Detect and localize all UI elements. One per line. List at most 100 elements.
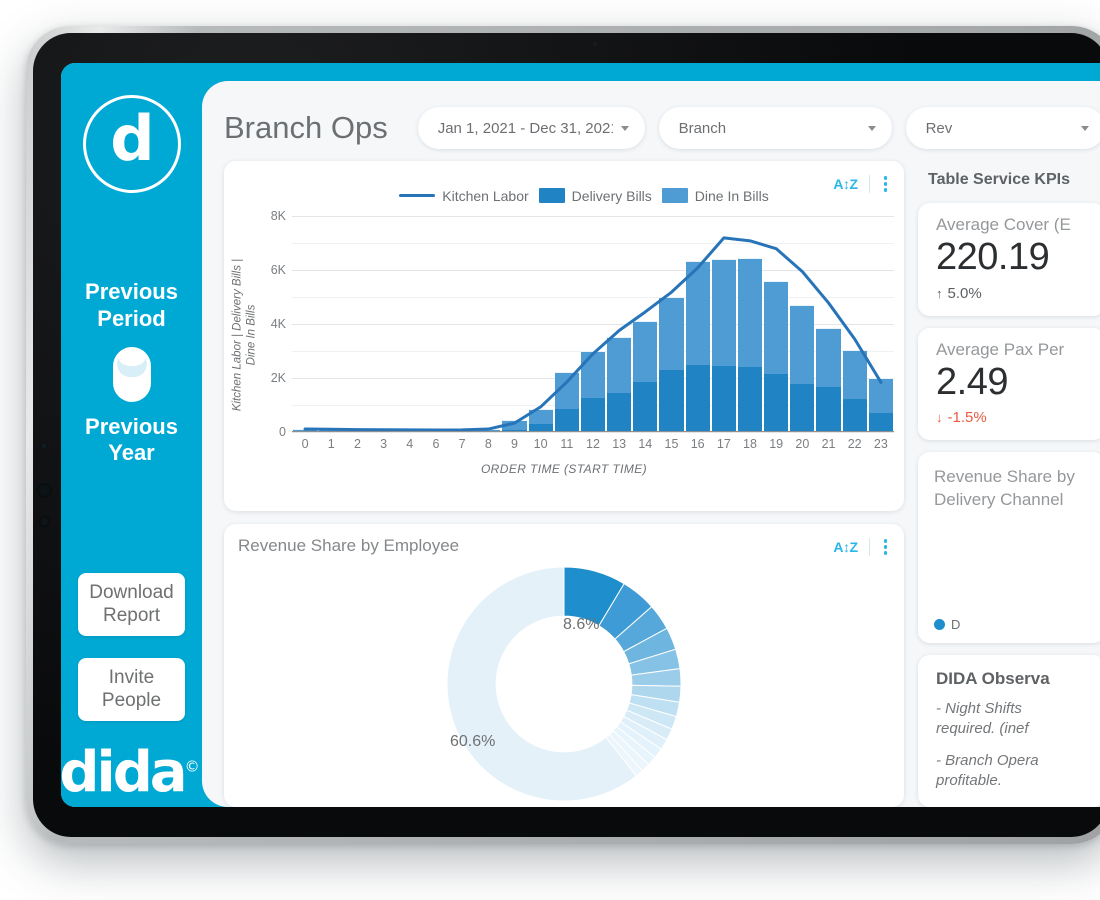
x-axis-tick-label: 14: [638, 436, 653, 451]
x-axis-tick-label: 9: [510, 436, 518, 451]
sort-az-icon[interactable]: A↕Z: [833, 177, 858, 191]
kebab-menu-icon[interactable]: [881, 174, 891, 194]
x-axis-labels: 0 1 2 3 4 6 7 8 9 10 11 12 13 14 15 16 17 18 19 20 21 22 23: [292, 437, 894, 451]
camera-secondary-icon: [39, 516, 50, 527]
observation-item: - Branch Opera profitable.: [936, 751, 1089, 791]
revenue-share-employee-card: Revenue Share by Employee A↕Z 8.6% 60.6%: [224, 524, 904, 807]
dida-logo-icon: d: [82, 95, 181, 193]
copyright-mark: ©: [184, 757, 200, 776]
top-sensor-secondary-icon: [593, 42, 597, 46]
y-axis-tick-label: 6K: [270, 262, 286, 277]
kpi-value-average-pax: 2.49: [936, 360, 1008, 403]
rs-title-line2: Delivery Channel: [934, 490, 1064, 510]
observation-2-line2: profitable.: [936, 772, 1002, 790]
dida-wordmark: dida©: [61, 745, 200, 801]
download-report-line1: Download: [89, 582, 174, 604]
dida-wordmark-text: dida: [61, 740, 188, 805]
x-axis-tick-label: 23: [873, 436, 888, 451]
x-axis-tick-label: 16: [690, 436, 705, 451]
x-axis-tick-label: 10: [533, 436, 548, 451]
dida-observations-card: DIDA Observa - Night Shifts required. (i…: [918, 654, 1100, 807]
x-axis-tick-label: 21: [821, 436, 836, 451]
kpi-label-average-pax: Average Pax Per: [936, 339, 1065, 359]
invite-people-line2: People: [101, 689, 162, 711]
arrow-down-icon: ↓: [936, 410, 943, 426]
previous-period-line1: Previous: [85, 279, 178, 304]
kpi-section-title: Table Service KPIs: [928, 171, 1070, 188]
toggle-knob: [116, 350, 147, 377]
revenue-share-delivery-title: Revenue Share by Delivery Channel: [934, 466, 1089, 512]
observation-item: - Night Shifts required. (inef: [936, 699, 1089, 739]
tablet-bezel: d Previous Period Previous Year Download…: [33, 33, 1100, 837]
revenue-value: Rev: [925, 119, 953, 137]
kitchen-labor-line-path: [305, 237, 881, 429]
page-title: Branch Ops: [224, 110, 388, 145]
top-sensor-icon: [273, 42, 278, 47]
revenue-share-delivery-legend: D: [934, 617, 960, 632]
kpi-delta-average-pax: ↓ -1.5%: [936, 409, 1091, 426]
donut-svg: [446, 565, 682, 801]
legend-item-delivery-bills: Delivery Bills: [538, 188, 652, 204]
kpi-value-average-cover: 220.19: [936, 236, 1050, 278]
x-axis-tick-label: 0: [301, 436, 309, 451]
kpi-delta-value-average-cover: 5.0%: [947, 284, 982, 302]
y-axis-tick-label: 4K: [270, 316, 286, 331]
left-sidebar: d Previous Period Previous Year Download…: [61, 63, 202, 807]
invite-people-button[interactable]: Invite People: [78, 658, 185, 721]
logo-letter: d: [110, 102, 154, 175]
x-axis-tick-label: 1: [327, 436, 335, 451]
legend-label-kitchen-labor: Kitchen Labor: [442, 187, 529, 204]
dashboard-app: d Previous Period Previous Year Download…: [61, 63, 1100, 807]
previous-year-line1: Previous: [85, 413, 178, 439]
bar-chart-plot-area: Kitchen Labor | Delivery Bills | Dine In…: [231, 209, 898, 460]
legend-item-dine-in-bills: Dine In Bills: [661, 188, 769, 204]
revenue-share-delivery-card: Revenue Share by Delivery Channel D: [918, 452, 1100, 643]
y-axis-title: Kitchen Labor | Delivery Bills | Dine In…: [231, 235, 260, 435]
tablet-screen: d Previous Period Previous Year Download…: [61, 63, 1100, 807]
kpi-delta-average-cover: ↑ 5.0%: [936, 285, 1091, 302]
x-axis-tick-label: 17: [716, 436, 731, 451]
x-axis-baseline: [292, 430, 894, 432]
x-axis-tick-label: 6: [432, 436, 440, 451]
legend-label-delivery: D: [951, 616, 961, 632]
legend-item-kitchen-labor: Kitchen Labor: [399, 187, 529, 204]
tablet-device-frame: d Previous Period Previous Year Download…: [26, 26, 1100, 844]
observation-2-line1: - Branch Opera: [936, 752, 1039, 770]
donut-label-major-slice: 60.6%: [450, 732, 496, 750]
y-axis-tick-label: 2K: [270, 370, 286, 385]
invite-people-line1: Invite: [108, 667, 155, 689]
charts-column: A↕Z Kitchen Labor Delivery Bills Dine In…: [224, 161, 904, 807]
period-comparison-toggle[interactable]: [112, 346, 151, 402]
date-range-value: Jan 1, 2021 - Dec 31, 2021: [437, 119, 613, 137]
x-axis-tick-label: 19: [769, 436, 784, 451]
x-axis-title: ORDER TIME (START TIME): [480, 461, 648, 476]
legend-color-swatch-delivery: [538, 188, 565, 203]
download-report-button[interactable]: Download Report: [78, 573, 185, 637]
kpi-card-average-cover[interactable]: Average Cover (E 220.19 ↑ 5.0%: [918, 203, 1100, 316]
branch-value: Branch: [678, 119, 727, 137]
y-axis-tick-label: 0: [279, 424, 286, 439]
kpi-label-average-cover: Average Cover (E: [936, 215, 1071, 234]
x-axis-tick-label: 20: [795, 436, 810, 451]
x-axis-tick-label: 3: [380, 436, 388, 451]
camera-lens-icon: [37, 483, 52, 498]
date-range-filter[interactable]: Jan 1, 2021 - Dec 31, 2021: [417, 107, 645, 149]
x-axis-tick-label: 2: [353, 436, 361, 451]
kpi-delta-value-average-pax: -1.5%: [947, 409, 987, 427]
x-axis-tick-label: 22: [847, 436, 862, 451]
kpi-column: Table Service KPIs Average Cover (E 220.…: [918, 161, 1100, 807]
legend-dot-icon: [934, 618, 945, 630]
top-toolbar: Branch Ops Jan 1, 2021 - Dec 31, 2021 Br…: [202, 81, 1100, 161]
revenue-filter[interactable]: Rev: [905, 107, 1100, 149]
previous-year-line2: Year: [108, 440, 155, 466]
observation-1-line1: - Night Shifts: [936, 699, 1022, 717]
branch-filter[interactable]: Branch: [658, 107, 892, 149]
donut-label-top-slice: 8.6%: [563, 615, 600, 633]
x-axis-tick-label: 13: [612, 436, 627, 451]
observations-title: DIDA Observa: [936, 668, 1050, 688]
kpi-card-average-pax[interactable]: Average Pax Per 2.49 ↓ -1.5%: [918, 327, 1100, 441]
observation-1-line2: required. (inef: [936, 719, 1029, 737]
sensor-dot-icon: [41, 443, 47, 449]
y-axis-title-line1: Kitchen Labor | Delivery Bills |: [231, 258, 244, 411]
y-axis-title-line2: Dine In Bills: [246, 304, 258, 365]
